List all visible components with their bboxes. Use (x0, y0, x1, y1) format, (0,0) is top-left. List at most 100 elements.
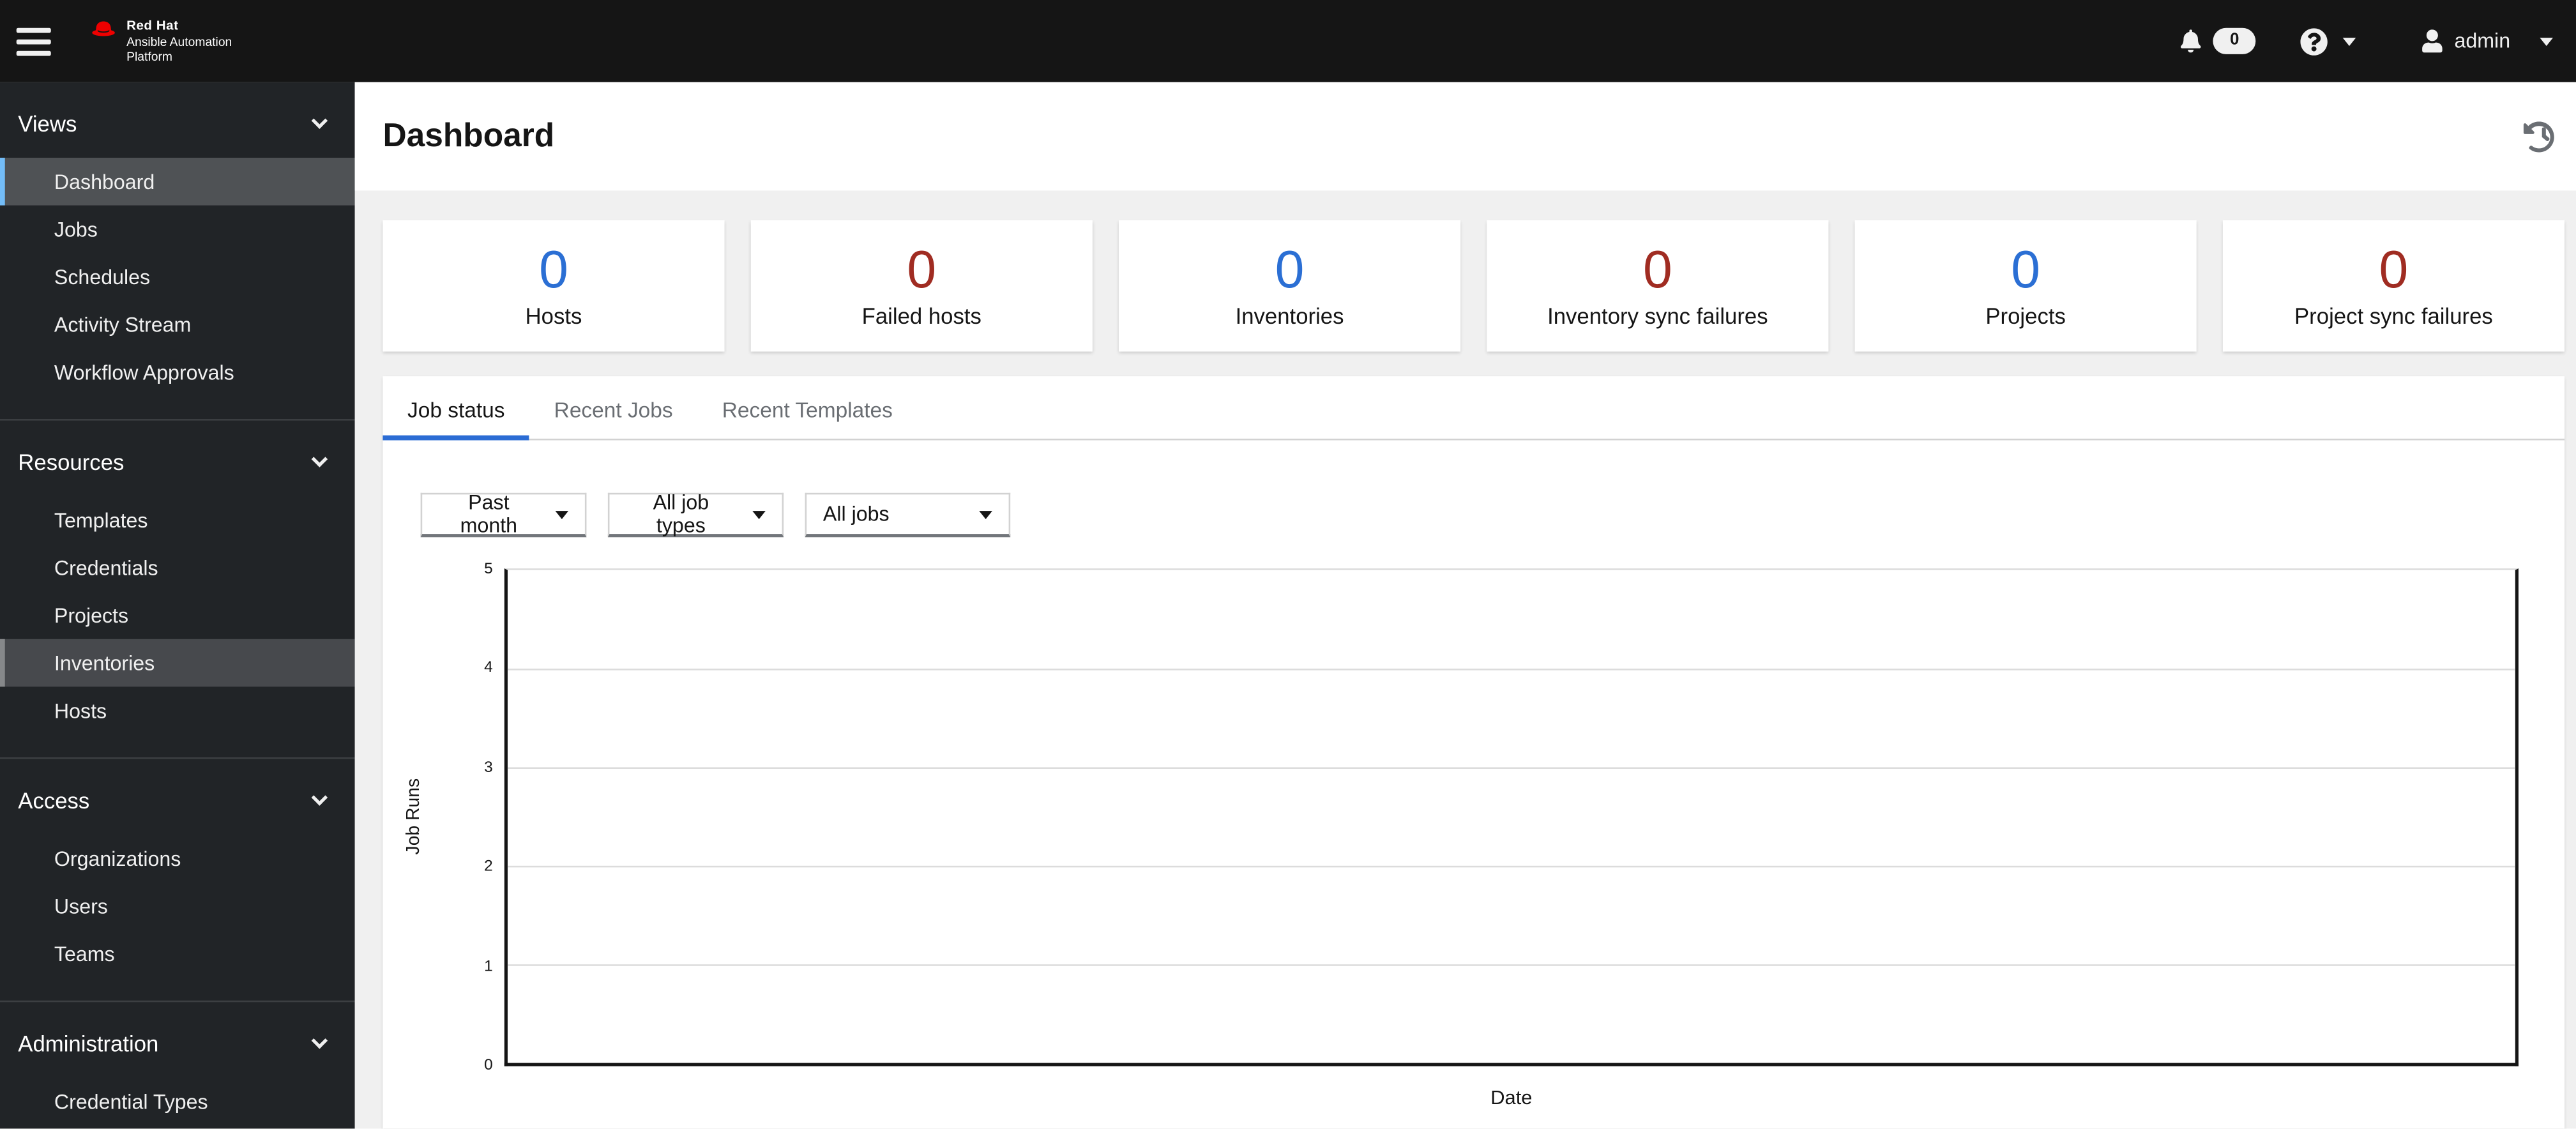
sidebar-item-users[interactable]: Users (0, 883, 355, 930)
card-label: Projects (1985, 303, 2066, 329)
sidebar-item-jobs[interactable]: Jobs (0, 206, 355, 254)
nav-section-label: Resources (18, 449, 125, 474)
card-label: Failed hosts (861, 303, 981, 329)
tabstrip: Job status Recent Jobs Recent Templates (383, 376, 2565, 441)
card-label: Hosts (525, 303, 582, 329)
sidebar-item-projects[interactable]: Projects (0, 591, 355, 639)
nav-section-access: Access Organizations Users Teams (0, 759, 355, 1003)
page-title: Dashboard (383, 117, 555, 154)
job-type-select-value: All job types (653, 491, 709, 538)
chart-plot-area (504, 568, 2519, 1066)
sidebar-item-teams[interactable]: Teams (0, 930, 355, 978)
y-tick: 5 (484, 560, 493, 579)
gridline (507, 767, 2515, 769)
y-tick: 0 (484, 1056, 493, 1075)
y-tick: 2 (484, 857, 493, 876)
nav-section-label: Views (18, 110, 77, 136)
job-filter-select-value: All jobs (822, 503, 890, 526)
y-tick: 1 (484, 957, 493, 976)
sidebar-item-workflow-approvals[interactable]: Workflow Approvals (0, 348, 355, 396)
brand-name: Red Hat (126, 18, 179, 33)
inventory-sync-failures-count-link[interactable]: 0 (1643, 243, 1672, 298)
chevron-down-icon (311, 789, 328, 806)
nav-section-label: Access (18, 787, 90, 813)
job-type-select[interactable]: All job types (607, 491, 784, 538)
chevron-down-icon (311, 451, 328, 467)
card-label: Project sync failures (2294, 303, 2493, 329)
notifications-button[interactable]: 0 (2181, 27, 2256, 54)
tab-job-status[interactable]: Job status (383, 386, 530, 441)
masthead: Red Hat Ansible Automation Platform 0 ad… (0, 0, 2576, 82)
brand-logo: Red Hat Ansible Automation Platform (90, 19, 232, 64)
main-area: Dashboard 0 Hosts 0 Failed hosts 0 Inven… (354, 82, 2576, 1129)
sidebar-item-organizations[interactable]: Organizations (0, 835, 355, 883)
help-menu-button[interactable] (2300, 27, 2356, 55)
sidebar-nav: Views Dashboard Jobs Schedules Activity … (0, 82, 355, 1129)
sidebar-item-hosts[interactable]: Hosts (0, 686, 355, 734)
y-tick: 3 (484, 759, 493, 777)
y-tick: 4 (484, 658, 493, 677)
question-circle-icon (2300, 27, 2328, 55)
redhat-fedora-icon (90, 19, 116, 40)
job-runs-chart: Job Runs 5 4 3 2 1 0 (383, 562, 2519, 1073)
chevron-down-icon (311, 1033, 328, 1049)
sidebar-item-activity-stream[interactable]: Activity Stream (0, 301, 355, 349)
notification-count-badge: 0 (2213, 27, 2256, 54)
tab-recent-templates[interactable]: Recent Templates (697, 386, 917, 439)
card-label: Inventories (1235, 303, 1344, 329)
period-select[interactable]: Past month (420, 491, 587, 538)
gridline (507, 964, 2515, 966)
sidebar-item-notifications[interactable]: Notifications (0, 1125, 355, 1128)
sidebar-item-credentials[interactable]: Credentials (0, 544, 355, 592)
failed-hosts-count-link[interactable]: 0 (907, 243, 936, 298)
nav-section-access-toggle[interactable]: Access (0, 775, 355, 824)
card-inventory-sync-failures: 0 Inventory sync failures (1487, 220, 1829, 352)
user-caret-icon (2540, 36, 2553, 45)
nav-section-views: Views Dashboard Jobs Schedules Activity … (0, 82, 355, 421)
card-label: Inventory sync failures (1547, 303, 1768, 329)
chart-y-axis: Job Runs 5 4 3 2 1 0 (383, 562, 504, 1073)
period-select-value: Past month (460, 491, 518, 538)
chevron-down-icon (311, 112, 328, 129)
app-window: Red Hat Ansible Automation Platform 0 ad… (0, 0, 2576, 1129)
bell-icon (2181, 29, 2202, 53)
hosts-count-link[interactable]: 0 (539, 243, 568, 298)
job-status-panel: Job status Recent Jobs Recent Templates … (383, 376, 2565, 1129)
card-inventories: 0 Inventories (1119, 220, 1461, 352)
sidebar-item-inventories[interactable]: Inventories (0, 639, 355, 687)
tab-recent-jobs[interactable]: Recent Jobs (529, 386, 697, 439)
nav-section-views-toggle[interactable]: Views (0, 98, 355, 148)
nav-toggle-button[interactable] (13, 15, 66, 67)
x-axis-title: Date (1490, 1086, 1533, 1109)
user-name: admin (2454, 29, 2511, 53)
nav-section-administration-toggle[interactable]: Administration (0, 1019, 355, 1068)
user-icon (2421, 29, 2443, 53)
nav-section-administration: Administration Credential Types Notifica… (0, 1002, 355, 1128)
card-failed-hosts: 0 Failed hosts (750, 220, 1093, 352)
gridline (507, 865, 2515, 868)
sidebar-item-schedules[interactable]: Schedules (0, 253, 355, 301)
caret-down-icon (979, 510, 992, 519)
sidebar-item-templates[interactable]: Templates (0, 496, 355, 544)
page-header: Dashboard (354, 82, 2576, 191)
y-axis-title: Job Runs (404, 777, 424, 854)
user-menu-button[interactable]: admin (2421, 29, 2553, 53)
nav-section-label: Administration (18, 1031, 159, 1056)
chart-filters: Past month All job types All jobs (420, 491, 2565, 538)
nav-section-resources-toggle[interactable]: Resources (0, 437, 355, 486)
dashboard-content: 0 Hosts 0 Failed hosts 0 Inventories 0 I… (355, 190, 2576, 1129)
inventories-count-link[interactable]: 0 (1275, 243, 1305, 298)
sidebar-item-credential-types[interactable]: Credential Types (0, 1078, 355, 1126)
brand-product-line1: Ansible Automation (126, 34, 232, 49)
caret-down-icon (555, 510, 569, 519)
history-button[interactable] (2517, 115, 2559, 158)
card-project-sync-failures: 0 Project sync failures (2222, 220, 2565, 352)
summary-cards: 0 Hosts 0 Failed hosts 0 Inventories 0 I… (383, 220, 2565, 352)
caret-down-icon (752, 510, 766, 519)
project-sync-failures-count-link[interactable]: 0 (2379, 243, 2409, 298)
projects-count-link[interactable]: 0 (2011, 243, 2040, 298)
help-caret-icon (2342, 36, 2356, 45)
brand-product-line2: Platform (126, 49, 172, 64)
job-filter-select[interactable]: All jobs (805, 492, 1011, 538)
sidebar-item-dashboard[interactable]: Dashboard (0, 157, 355, 206)
